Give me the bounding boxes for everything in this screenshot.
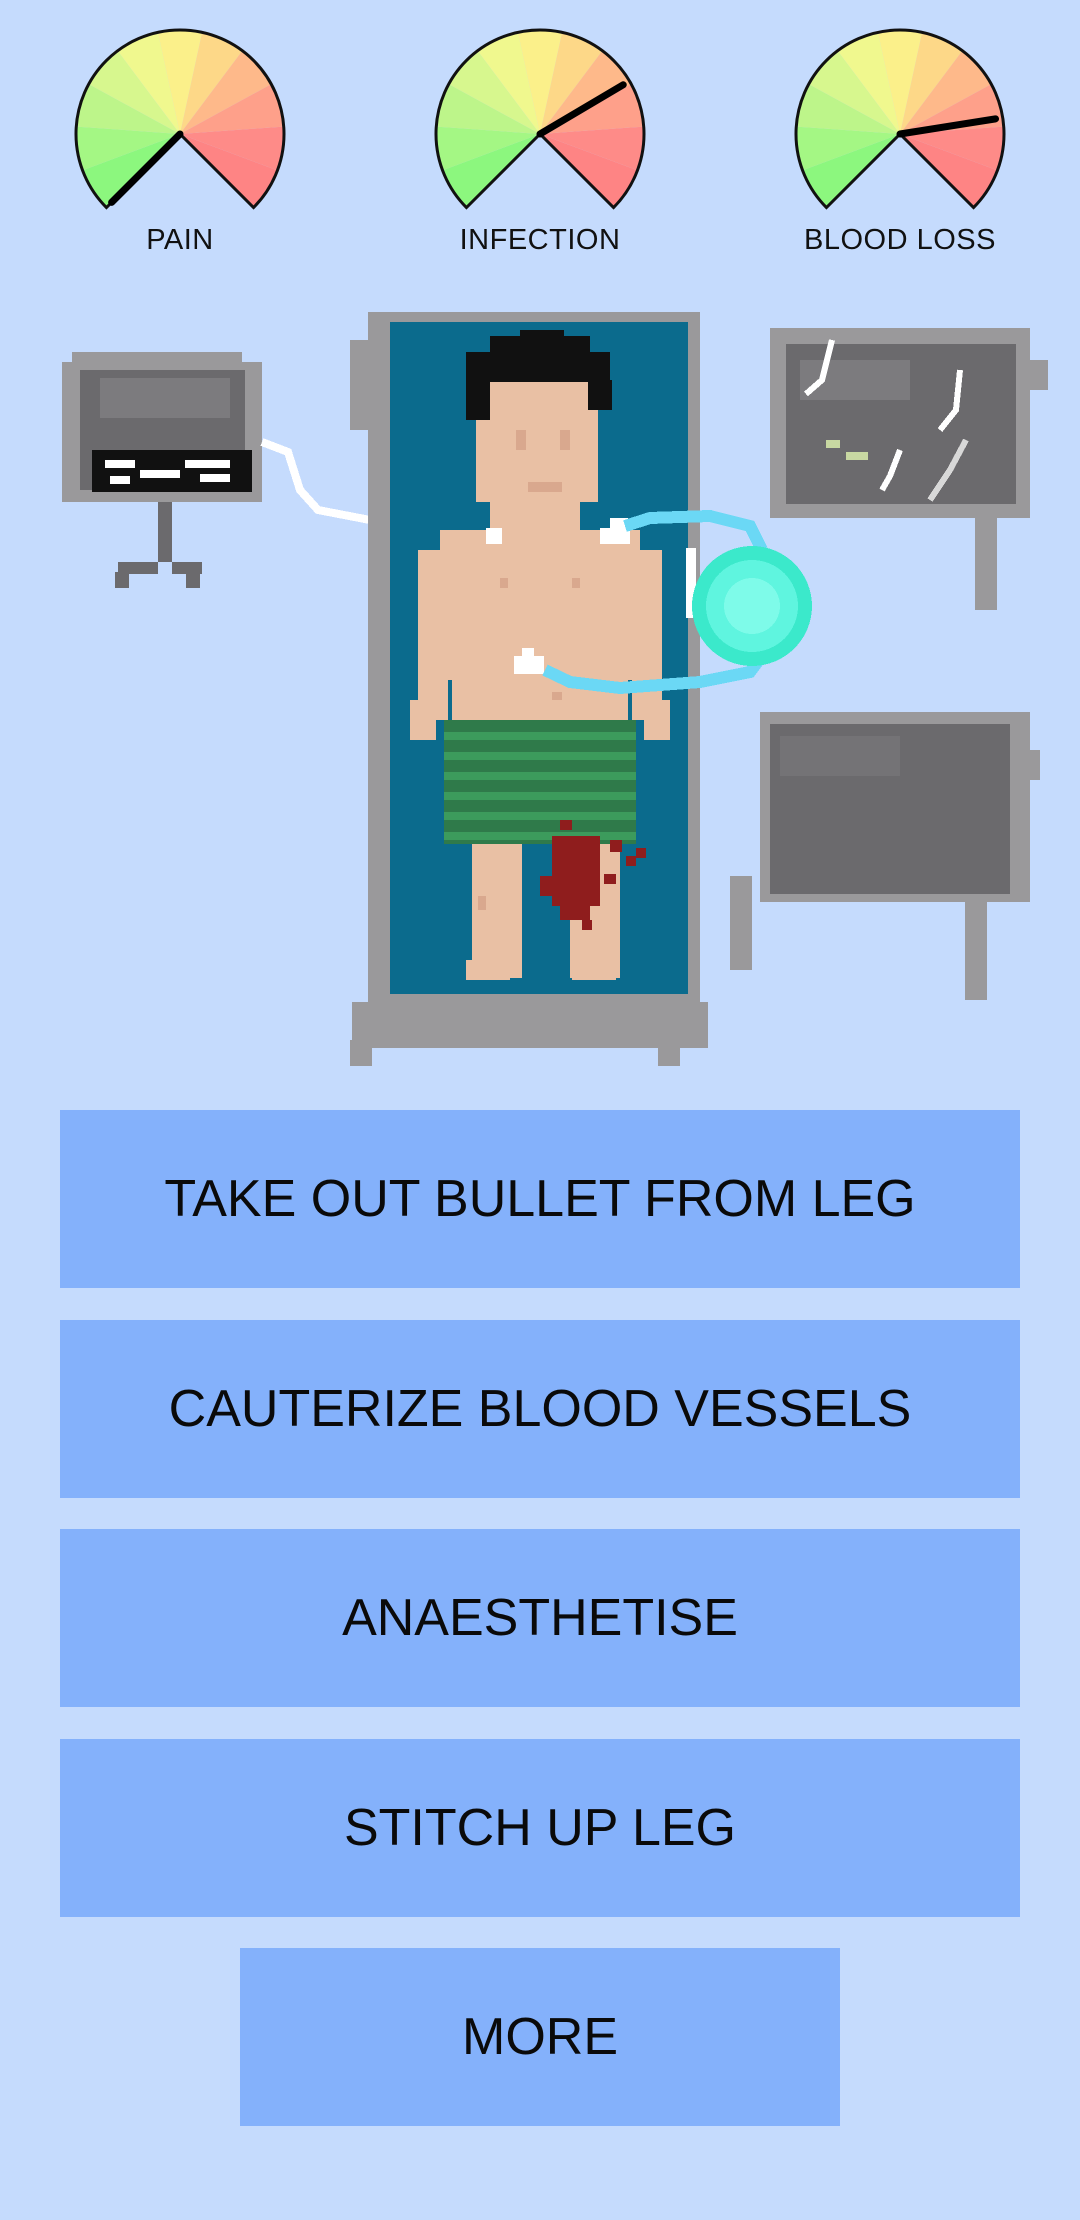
- anaesthetise-button[interactable]: ANAESTHETISE: [60, 1529, 1020, 1707]
- gauge-icon: [434, 28, 646, 210]
- gauge-icon: [74, 28, 286, 210]
- more-button[interactable]: MORE: [240, 1948, 840, 2126]
- infection-label: INFECTION: [459, 224, 621, 256]
- gauge-icon: [794, 28, 1006, 210]
- cauterize-button[interactable]: CAUTERIZE BLOOD VESSELS: [60, 1320, 1020, 1498]
- blood-loss-label: BLOOD LOSS: [804, 224, 996, 256]
- infection-gauge: INFECTION: [430, 24, 650, 256]
- operating-scene: [62, 312, 1048, 1066]
- right-bottom-monitor-icon: [730, 712, 1040, 1000]
- take-out-bullet-button[interactable]: TAKE OUT BULLET FROM LEG: [60, 1110, 1020, 1288]
- pain-label: PAIN: [146, 224, 214, 256]
- blood-loss-gauge: BLOOD LOSS: [790, 24, 1010, 256]
- pain-gauge: PAIN: [70, 24, 290, 256]
- stitch-up-leg-button[interactable]: STITCH UP LEG: [60, 1739, 1020, 1917]
- right-top-monitor-icon: [770, 328, 1048, 610]
- left-monitor-icon: [62, 352, 262, 588]
